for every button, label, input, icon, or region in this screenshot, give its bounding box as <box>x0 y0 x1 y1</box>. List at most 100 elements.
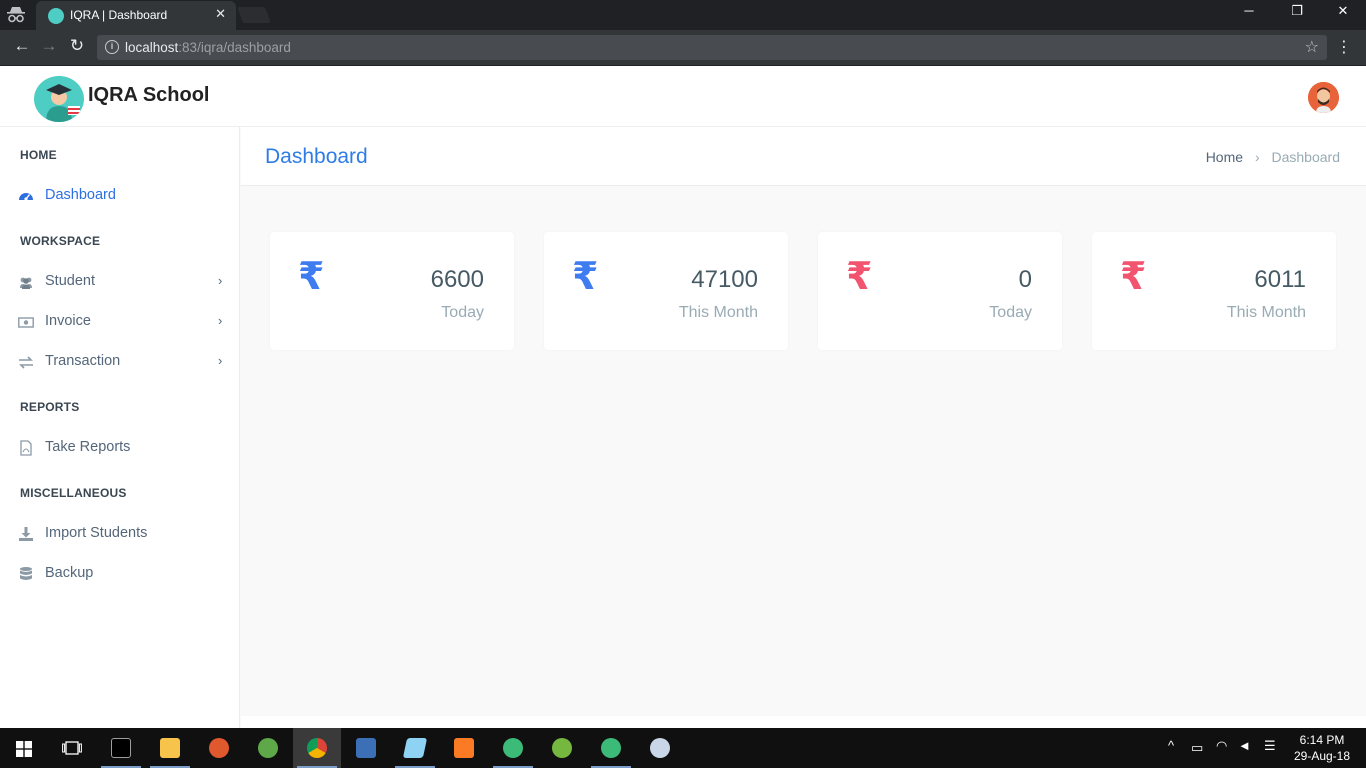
url-text: localhost:83/iqra/dashboard <box>125 40 291 55</box>
browser-menu-icon[interactable]: ⋮ <box>1336 37 1352 57</box>
reload-button[interactable]: ↻ <box>65 36 89 56</box>
stat-caption: This Month <box>1226 304 1306 321</box>
download-icon <box>19 527 33 541</box>
xampp-icon <box>454 738 474 758</box>
sidebar-item-backup[interactable]: Backup <box>0 556 240 592</box>
url-host: localhost <box>125 40 179 55</box>
sidebar-item-label: Dashboard <box>45 187 116 203</box>
sidebar-item-dashboard[interactable]: Dashboard <box>0 178 240 214</box>
new-tab-button[interactable] <box>237 7 271 23</box>
taskbar-app-globe[interactable] <box>244 728 292 768</box>
breadcrumb-separator-icon: › <box>1254 149 1260 165</box>
sidebar-item-label: Take Reports <box>45 439 131 455</box>
sidebar-item-label: Student <box>45 273 95 289</box>
atom-icon <box>503 738 523 758</box>
pdf-file-icon <box>20 440 32 456</box>
window-minimize-button[interactable]: ─ <box>1226 3 1272 18</box>
rupee-icon: ₹ <box>572 256 599 298</box>
brush-icon <box>209 738 229 758</box>
rupee-icon: ₹ <box>846 256 873 298</box>
sidebar-item-label: Invoice <box>45 313 91 329</box>
stat-card-expense-month: ₹ 6011 This Month <box>1092 232 1336 350</box>
incognito-icon <box>7 7 25 23</box>
back-button[interactable]: ← <box>10 36 34 56</box>
tray-overflow-chevron-icon[interactable]: ^ <box>1168 738 1174 753</box>
sidebar: HOME Dashboard WORKSPACE Student › Invoi… <box>0 127 240 728</box>
utorrent-icon <box>552 738 572 758</box>
sidebar-section-reports: REPORTS <box>20 400 80 414</box>
breadcrumb: Home › Dashboard <box>1206 149 1340 165</box>
taskbar-xampp[interactable] <box>440 728 488 768</box>
stat-card-income-month: ₹ 47100 This Month <box>544 232 788 350</box>
taskbar-chrome[interactable] <box>293 728 341 768</box>
sidebar-item-label: Transaction <box>45 353 121 369</box>
sidebar-item-label: Backup <box>45 565 94 581</box>
window-restore-button[interactable]: ❐ <box>1274 3 1320 19</box>
sidebar-section-workspace: WORKSPACE <box>20 234 101 248</box>
task-view-icon <box>62 741 82 755</box>
sidebar-item-take-reports[interactable]: Take Reports <box>0 430 240 466</box>
windows-logo-icon <box>16 741 32 757</box>
tab-title: IQRA | Dashboard <box>70 8 168 22</box>
tab-favicon-icon <box>48 8 64 24</box>
chevron-right-icon: › <box>218 353 223 368</box>
taskbar-virtualbox[interactable] <box>342 728 390 768</box>
brand-name[interactable]: IQRA School <box>88 84 209 107</box>
user-avatar[interactable] <box>1308 82 1339 113</box>
exchange-icon <box>19 356 33 369</box>
start-button[interactable] <box>0 728 48 768</box>
breadcrumb-home-link[interactable]: Home <box>1206 149 1243 165</box>
users-icon <box>20 277 32 289</box>
battery-icon[interactable]: ▭ <box>1191 740 1203 756</box>
terminal-icon <box>111 738 131 758</box>
forward-button[interactable]: → <box>37 36 61 56</box>
window-close-button[interactable]: ✕ <box>1320 3 1366 19</box>
sidebar-item-import-students[interactable]: Import Students <box>0 516 240 552</box>
sidebar-item-label: Import Students <box>45 525 148 541</box>
taskbar-utorrent[interactable] <box>538 728 586 768</box>
sidebar-section-miscellaneous: MISCELLANEOUS <box>20 486 127 500</box>
taskbar-editor[interactable] <box>391 728 439 768</box>
taskbar-app-paint[interactable] <box>195 728 243 768</box>
cube-icon <box>356 738 376 758</box>
school-logo-icon[interactable] <box>34 76 84 122</box>
stat-card-expense-today: ₹ 0 Today <box>818 232 1062 350</box>
taskbar-clock[interactable]: 6:14 PM 29-Aug-18 <box>1290 732 1354 764</box>
database-icon <box>20 567 32 580</box>
palette-icon <box>650 738 670 758</box>
task-view-button[interactable] <box>48 728 96 768</box>
rupee-icon: ₹ <box>298 256 325 298</box>
sidebar-section-home: HOME <box>20 148 57 162</box>
wifi-icon[interactable]: ◠ <box>1216 738 1227 754</box>
globe-icon <box>258 738 278 758</box>
money-icon <box>18 317 34 328</box>
taskbar-atom[interactable] <box>489 728 537 768</box>
chrome-icon <box>307 738 327 758</box>
site-info-icon[interactable]: i <box>105 40 119 54</box>
stat-caption: Today <box>441 304 484 321</box>
url-path: :83/iqra/dashboard <box>178 40 291 55</box>
stat-caption: Today <box>989 304 1032 321</box>
page-titlebar: Dashboard Home › Dashboard <box>241 127 1366 186</box>
clock-time: 6:14 PM <box>1299 733 1345 747</box>
taskbar-file-explorer[interactable] <box>146 728 194 768</box>
sidebar-item-transaction[interactable]: Transaction › <box>0 344 240 380</box>
volume-icon[interactable]: ◄ <box>1238 738 1251 753</box>
tab-close-icon[interactable]: ✕ <box>215 6 226 22</box>
address-bar[interactable]: i localhost:83/iqra/dashboard ☆ <box>97 35 1327 60</box>
sidebar-item-student[interactable]: Student › <box>0 264 240 300</box>
taskbar-atom-2[interactable] <box>587 728 635 768</box>
browser-toolbar: ← → ↻ i localhost:83/iqra/dashboard ☆ ⋮ <box>0 30 1366 66</box>
taskbar-paint-palette[interactable] <box>636 728 684 768</box>
bookmark-star-icon[interactable]: ☆ <box>1305 37 1319 57</box>
browser-tab[interactable]: IQRA | Dashboard ✕ <box>36 1 236 30</box>
page-footer <box>241 716 1366 728</box>
notifications-icon[interactable]: ☰ <box>1264 738 1276 754</box>
breadcrumb-current: Dashboard <box>1271 149 1341 165</box>
stat-value: 6600 <box>430 266 484 293</box>
rupee-icon: ₹ <box>1120 256 1147 298</box>
dashboard-icon <box>19 193 33 201</box>
sidebar-item-invoice[interactable]: Invoice › <box>0 304 240 340</box>
taskbar-cmd[interactable] <box>97 728 145 768</box>
chevron-right-icon: › <box>218 273 223 288</box>
